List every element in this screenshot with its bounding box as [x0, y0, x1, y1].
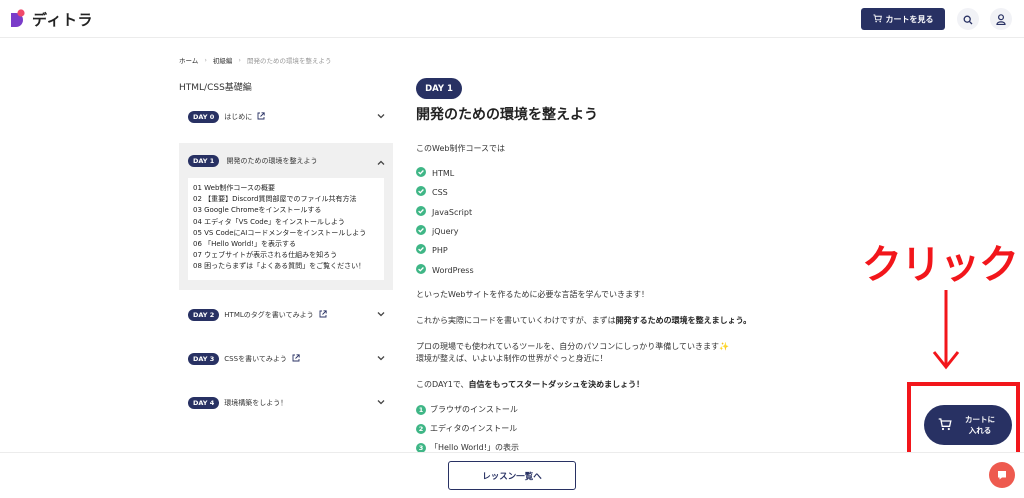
logo-text: ディトラ: [32, 10, 93, 29]
day-pill: DAY 0: [188, 111, 220, 123]
add-to-cart-line2: 入れる: [968, 426, 992, 435]
check-circle-icon: [416, 206, 426, 218]
language-item: PHP: [416, 244, 448, 256]
add-to-cart-label: カートに 入れる: [958, 414, 1002, 436]
language-item: jQuery: [416, 225, 459, 237]
view-cart-label: カートを見る: [885, 14, 934, 24]
check-circle-icon: [416, 167, 426, 179]
search-icon: [963, 10, 973, 29]
chevron-down-icon: [377, 311, 385, 319]
language-item: HTML: [416, 167, 454, 179]
annotation-click-label: クリック: [862, 242, 1019, 288]
sidebar-item-day2[interactable]: DAY 2 HTMLのタグを書いてみよう: [179, 295, 393, 335]
chat-button[interactable]: [989, 462, 1015, 488]
lesson-link[interactable]: 07 ウェブサイトが表示される仕組みを知ろう: [193, 250, 379, 261]
paragraph-tools-line1: プロの現場でも使われているツールを、自分のパソコンにしっかり準備していきます✨: [416, 342, 729, 351]
step-item: 2 エディタのインストール: [416, 423, 517, 434]
breadcrumb-home[interactable]: ホーム: [179, 55, 198, 65]
paragraph-setup-bold: 開発するための環境を整えましょう。: [615, 316, 752, 325]
step-label: ブラウザのインストール: [430, 405, 518, 414]
sidebar-item-label: はじめに: [224, 113, 253, 121]
lesson-link[interactable]: 08 困ったらまずは「よくある質問」をご覧ください！: [193, 261, 379, 272]
logo[interactable]: ディトラ: [10, 8, 93, 30]
lesson-list: 01 Web制作コースの概要 02 【重要】Discord質問部屋でのファイル共…: [188, 178, 384, 280]
check-circle-icon: [416, 244, 426, 256]
paragraph-goal-bold: 自信をもってスタートダッシュを決めましょう！: [468, 380, 645, 389]
lesson-list-button[interactable]: レッスン一覧へ: [448, 461, 576, 490]
day-pill: DAY 2: [188, 309, 220, 321]
step-number-icon: 3: [416, 442, 426, 453]
chevron-down-icon: [377, 399, 385, 407]
day-pill: DAY 1: [188, 155, 220, 167]
intro-text: このWeb制作コースでは: [416, 144, 506, 153]
language-label: HTML: [432, 168, 455, 178]
lesson-link[interactable]: 05 VS CodeにAIコードメンターをインストールしよう: [193, 228, 379, 239]
add-to-cart-button[interactable]: カートに 入れる: [924, 405, 1012, 445]
cart-icon: [938, 416, 952, 435]
paragraph-languages: といったWebサイトを作るために必要な言語を学んでいきます！: [416, 290, 650, 299]
language-label: JavaScript: [432, 207, 473, 217]
day-badge: DAY 1: [416, 78, 462, 99]
paragraph-goal: このDAY1で、自信をもってスタートダッシュを決めましょう！: [416, 379, 644, 390]
chevron-up-icon: [377, 160, 385, 168]
paragraph-setup-text: これから実際にコードを書いていくわけですが、まずは: [416, 316, 616, 325]
chevron-down-icon: [377, 113, 385, 121]
sidebar-item-label: HTMLのタグを書いてみよう: [224, 311, 314, 319]
sidebar-item-day1[interactable]: DAY 1 開発のための環境を整えよう 01 Web制作コースの概要 02 【重…: [179, 143, 393, 290]
search-button[interactable]: [957, 8, 979, 30]
logo-mark-icon: [10, 9, 26, 29]
language-item: CSS: [416, 186, 448, 198]
paragraph-setup: これから実際にコードを書いていくわけですが、まずは開発するための環境を整えましょ…: [416, 315, 751, 326]
breadcrumb-current: 開発のための環境を整えよう: [247, 57, 332, 65]
day-pill: DAY 4: [188, 397, 220, 409]
sidebar-item-label: 環境構築をしよう！: [224, 399, 288, 407]
step-number-icon: 2: [416, 423, 426, 434]
language-label: jQuery: [432, 226, 459, 236]
external-link-icon: [257, 112, 265, 122]
external-link-icon: [292, 354, 300, 364]
cart-icon: [872, 13, 882, 25]
breadcrumb-separator-icon: ›: [204, 56, 207, 64]
paragraph-goal-text: このDAY1で、: [416, 380, 469, 389]
check-circle-icon: [416, 186, 426, 198]
language-label: WordPress: [432, 265, 474, 275]
sidebar-title: HTML/CSS基礎編: [179, 83, 252, 93]
breadcrumb: ホーム › 初級編 › 開発のための環境を整えよう: [179, 55, 332, 65]
view-cart-button[interactable]: カートを見る: [861, 8, 945, 30]
breadcrumb-level[interactable]: 初級編: [213, 55, 233, 65]
language-label: CSS: [432, 187, 448, 197]
language-item: WordPress: [416, 264, 474, 276]
site-header: ディトラ カートを見る: [0, 0, 1024, 38]
lesson-link[interactable]: 01 Web制作コースの概要: [193, 183, 379, 194]
user-icon: [996, 10, 1006, 29]
step-item: 1 ブラウザのインストール: [416, 404, 518, 415]
paragraph-tools-line2: 環境が整えば、いよいよ制作の世界がぐっと身近に！: [416, 354, 608, 363]
chevron-down-icon: [377, 355, 385, 363]
lesson-link[interactable]: 04 エディタ「VS Code」をインストールしよう: [193, 217, 379, 228]
language-label: PHP: [432, 245, 448, 255]
sidebar-item-day4[interactable]: DAY 4 環境構築をしよう！: [179, 383, 393, 423]
step-label: エディタのインストール: [430, 424, 518, 433]
day-pill: DAY 3: [188, 353, 220, 365]
sidebar-item-day0[interactable]: DAY 0 はじめに: [179, 97, 393, 137]
sidebar-item-label: 開発のための環境を整えよう: [226, 157, 318, 165]
step-number-icon: 1: [416, 404, 426, 415]
check-circle-icon: [416, 225, 426, 237]
lesson-link[interactable]: 02 【重要】Discord質問部屋でのファイル共有方法: [193, 194, 379, 205]
external-link-icon: [319, 310, 327, 320]
sidebar-item-day3[interactable]: DAY 3 CSSを書いてみよう: [179, 339, 393, 379]
sidebar-item-label: CSSを書いてみよう: [224, 355, 287, 363]
check-circle-icon: [416, 264, 426, 276]
page-title: 開発のための環境を整えよう: [416, 107, 598, 123]
chat-icon: [996, 466, 1008, 485]
lesson-link[interactable]: 03 Google Chromeをインストールする: [193, 205, 379, 216]
account-button[interactable]: [990, 8, 1012, 30]
lesson-link[interactable]: 06 「Hello World!」を表示する: [193, 239, 379, 250]
language-item: JavaScript: [416, 206, 472, 218]
breadcrumb-separator-icon: ›: [238, 56, 242, 64]
add-to-cart-line1: カートに: [965, 415, 995, 424]
arrow-down-icon: [931, 288, 961, 374]
